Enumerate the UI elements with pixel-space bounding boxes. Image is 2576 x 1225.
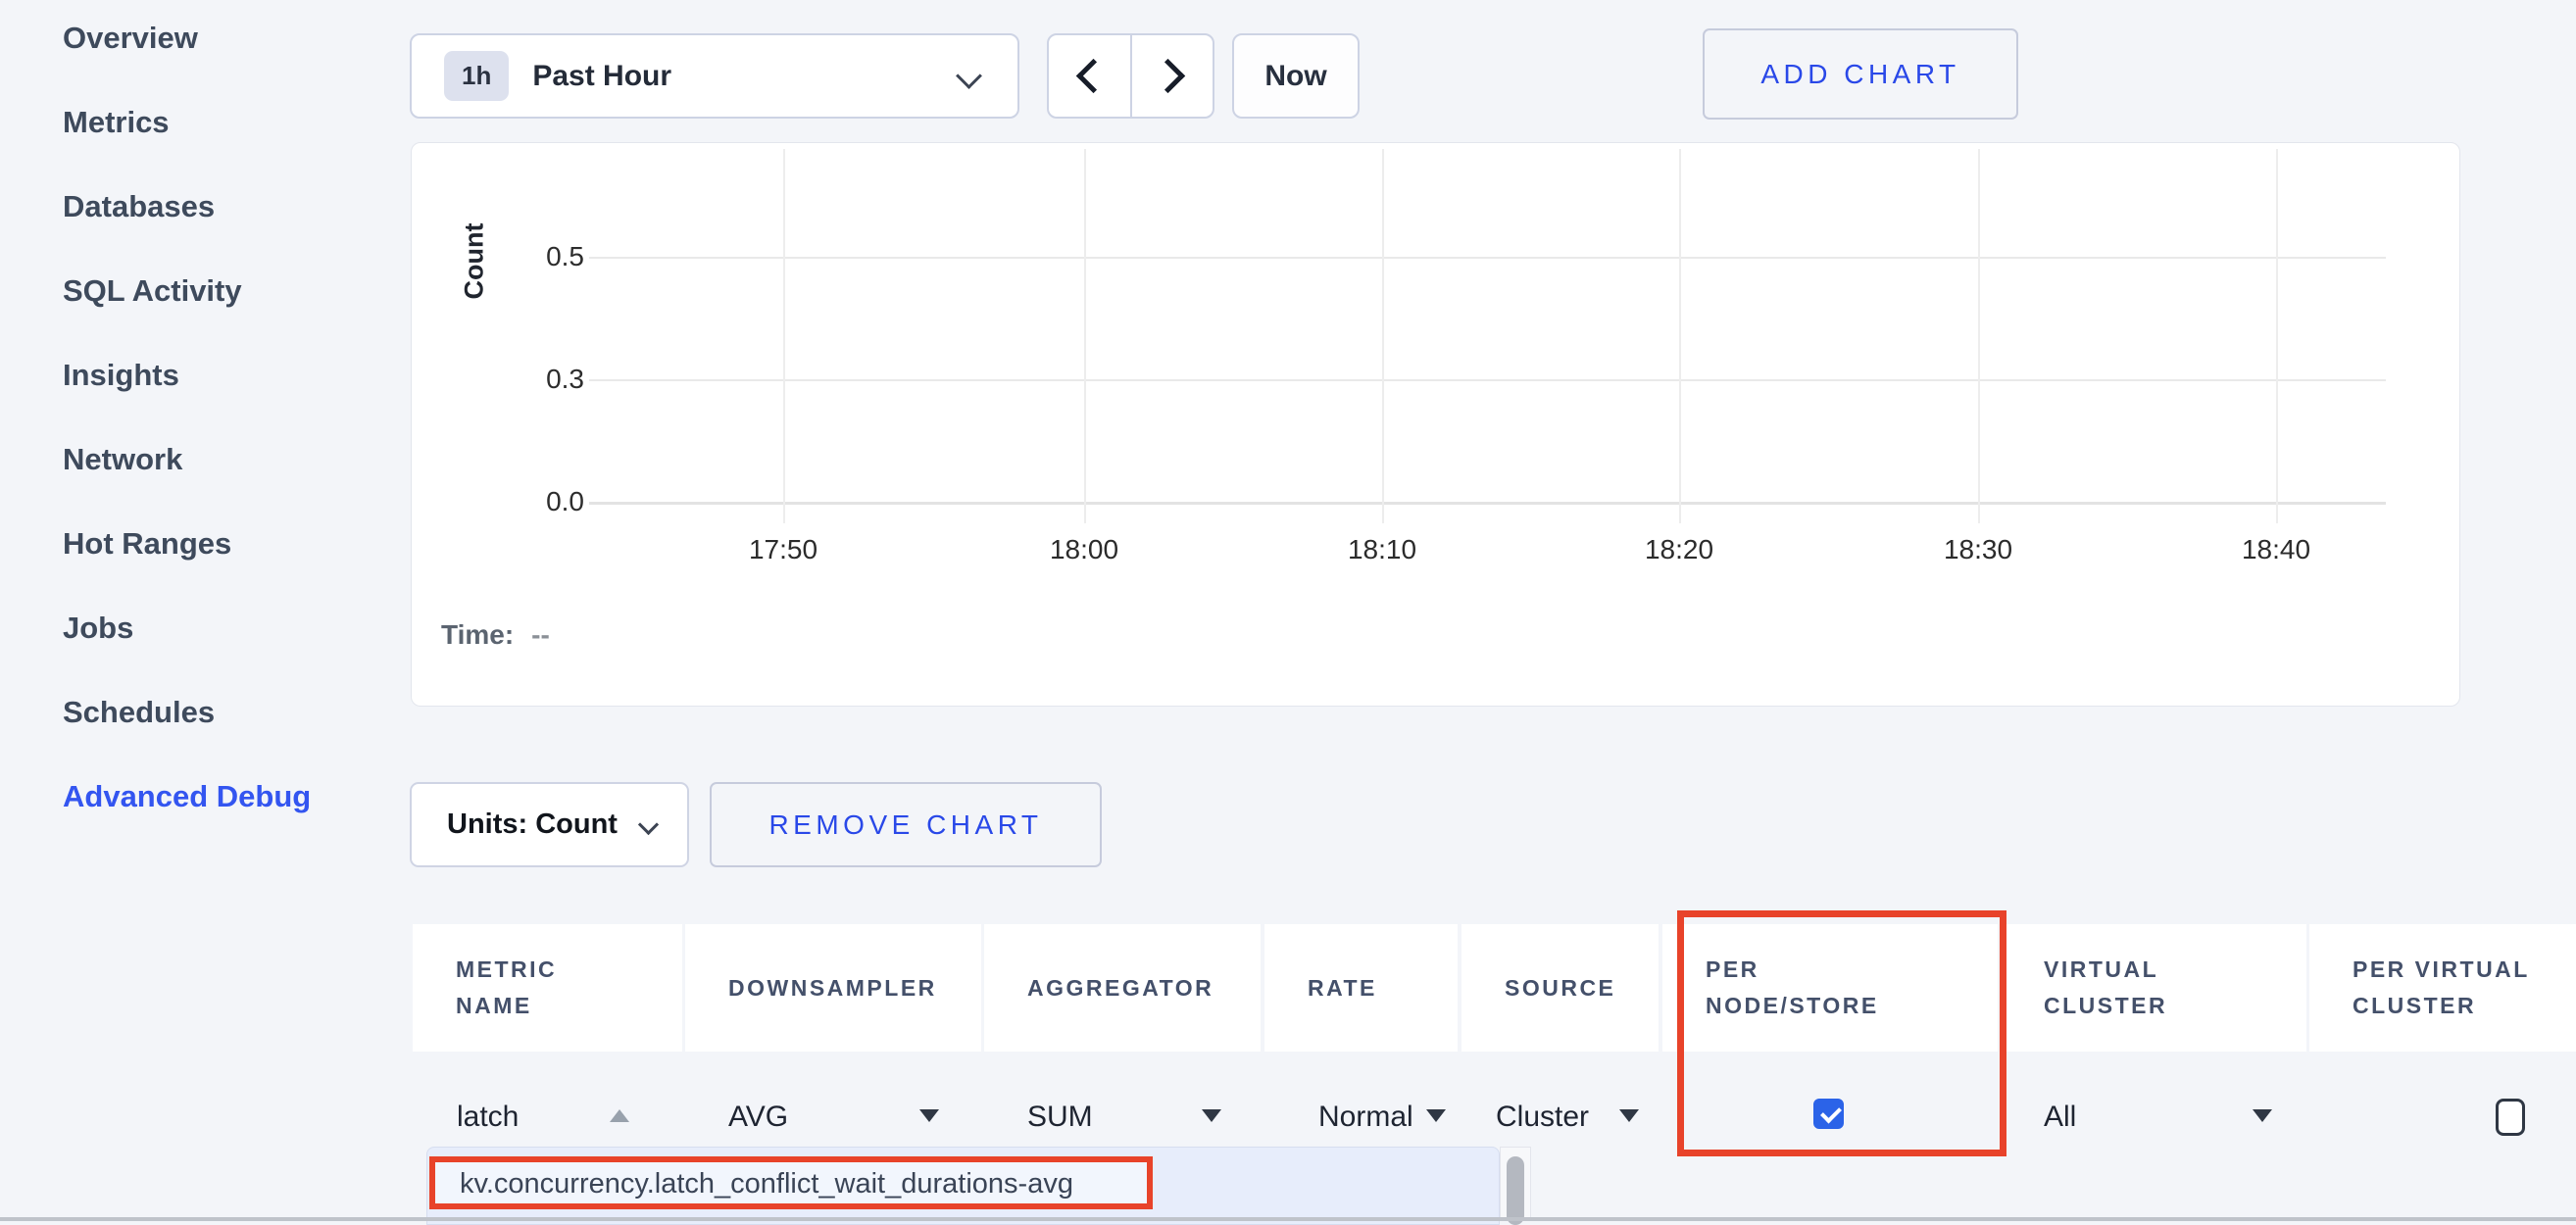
chevron-right-icon <box>1151 59 1185 93</box>
triangle-down-icon <box>919 1109 939 1122</box>
gridline-v <box>783 149 785 523</box>
column-header-virtual-cluster: VIRTUAL CLUSTER <box>2001 924 2306 1052</box>
sidebar-item-hot-ranges[interactable]: Hot Ranges <box>63 521 386 565</box>
column-header-aggregator: AGGREGATOR <box>984 924 1261 1052</box>
x-tick: 18:00 <box>1025 534 1143 565</box>
triangle-up-icon[interactable] <box>610 1109 629 1122</box>
x-tick: 18:20 <box>1620 534 1738 565</box>
sidebar-item-advanced-debug[interactable]: Advanced Debug <box>63 774 386 818</box>
downsampler-select[interactable]: AVG <box>728 1096 788 1139</box>
sidebar-item-overview[interactable]: Overview <box>63 16 386 60</box>
y-tick: 0.0 <box>506 486 584 517</box>
per-node-store-checkbox[interactable] <box>1813 1099 1844 1129</box>
column-header-metric-name: METRIC NAME <box>413 924 682 1052</box>
triangle-down-icon <box>1202 1109 1221 1122</box>
sidebar-item-network[interactable]: Network <box>63 437 386 481</box>
time-next-button[interactable] <box>1130 35 1214 117</box>
time-readout-value: -- <box>531 619 550 650</box>
triangle-down-icon <box>1426 1109 1446 1122</box>
gridline-h <box>589 379 2386 381</box>
sidebar-item-databases[interactable]: Databases <box>63 184 386 228</box>
column-header-per-node-store: PER NODE/STORE <box>1662 924 1998 1052</box>
bottom-edge-strip <box>0 1217 2576 1221</box>
gridline-v <box>1978 149 1980 523</box>
x-tick: 17:50 <box>724 534 842 565</box>
now-button[interactable]: Now <box>1232 33 1360 119</box>
time-readout-label: Time: <box>441 619 514 650</box>
remove-chart-button[interactable]: REMOVE CHART <box>710 782 1102 867</box>
gridline-v <box>1679 149 1681 523</box>
time-readout: Time: -- <box>441 619 550 651</box>
dropdown-scrollbar-thumb[interactable] <box>1507 1156 1524 1225</box>
gridline-h <box>589 257 2386 259</box>
sidebar-item-jobs[interactable]: Jobs <box>63 606 386 650</box>
column-header-per-virtual-cluster: PER VIRTUAL CLUSTER <box>2309 924 2576 1052</box>
time-range-label: Past Hour <box>532 60 671 93</box>
chart-card: Count 0.5 0.3 0.0 17:50 18:00 18:10 18:2… <box>411 142 2460 707</box>
x-tick: 18:10 <box>1323 534 1441 565</box>
chevron-down-icon <box>638 814 659 835</box>
y-axis-label: Count <box>460 261 490 300</box>
source-select[interactable]: Cluster <box>1496 1096 1589 1139</box>
rate-select[interactable]: Normal <box>1318 1096 1413 1139</box>
sidebar-item-sql-activity[interactable]: SQL Activity <box>63 269 386 313</box>
metric-name-input[interactable]: latch <box>457 1096 519 1139</box>
sidebar: Overview Metrics Databases SQL Activity … <box>63 16 386 858</box>
metric-suggestions-dropdown: kv.concurrency.latch_conflict_wait_durat… <box>426 1147 1500 1225</box>
time-prev-button[interactable] <box>1049 35 1130 117</box>
triangle-down-icon <box>2253 1109 2272 1122</box>
gridline-v <box>1084 149 1086 523</box>
chevron-left-icon <box>1076 59 1111 93</box>
sidebar-item-schedules[interactable]: Schedules <box>63 690 386 734</box>
x-tick: 18:30 <box>1919 534 2037 565</box>
time-range-badge: 1h <box>444 51 509 101</box>
per-virtual-cluster-checkbox[interactable] <box>2496 1099 2525 1136</box>
gridline-h-zero <box>589 502 2386 505</box>
column-header-source: SOURCE <box>1461 924 1659 1052</box>
gridline-v <box>2276 149 2278 523</box>
aggregator-select[interactable]: SUM <box>1027 1096 1093 1139</box>
y-tick: 0.3 <box>506 364 584 395</box>
sidebar-item-insights[interactable]: Insights <box>63 353 386 397</box>
sidebar-item-metrics[interactable]: Metrics <box>63 100 386 144</box>
units-select[interactable]: Units: Count <box>410 782 689 867</box>
time-range-select[interactable]: 1h Past Hour <box>410 33 1019 119</box>
column-header-downsampler: DOWNSAMPLER <box>685 924 981 1052</box>
gridline-v <box>1382 149 1384 523</box>
y-tick: 0.5 <box>506 241 584 272</box>
x-tick: 18:40 <box>2217 534 2335 565</box>
add-chart-button[interactable]: ADD CHART <box>1703 28 2018 120</box>
chevron-down-icon <box>956 63 982 89</box>
metric-suggestion-item[interactable]: kv.concurrency.latch_conflict_wait_durat… <box>432 1159 1152 1208</box>
virtual-cluster-select[interactable]: All <box>2044 1096 2076 1139</box>
triangle-down-icon <box>1619 1109 1639 1122</box>
time-nav-group <box>1047 33 1214 119</box>
units-select-label: Units: Count <box>447 808 618 841</box>
column-header-rate: RATE <box>1264 924 1458 1052</box>
